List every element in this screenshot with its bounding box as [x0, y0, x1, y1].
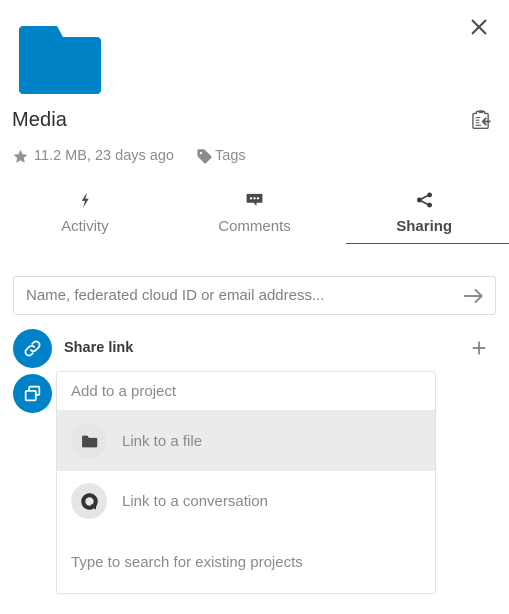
share-nodes-icon	[415, 189, 434, 211]
star-icon	[13, 149, 28, 163]
share-link-label: Share link	[64, 340, 134, 356]
add-share-link-button[interactable]	[462, 331, 496, 365]
share-search-field[interactable]	[13, 276, 496, 315]
tags-label: Tags	[215, 148, 246, 164]
favorite-button[interactable]	[12, 148, 29, 165]
file-meta-row: 11.2 MB, 23 days ago Tags	[12, 145, 246, 167]
file-size-and-date: 11.2 MB, 23 days ago	[34, 148, 174, 164]
share-search-input[interactable]	[14, 277, 453, 314]
link-avatar	[13, 328, 52, 368]
tag-icon	[196, 148, 213, 165]
tab-comments-label: Comments	[218, 218, 291, 235]
file-preview	[19, 26, 101, 94]
arrow-right-icon	[463, 288, 483, 303]
picker-option-label: Link to a file	[122, 432, 203, 450]
page-title: Media	[12, 109, 67, 131]
comment-bubble-icon	[245, 189, 264, 211]
lightning-bolt-icon	[76, 189, 94, 211]
tags-button[interactable]: Tags	[196, 148, 246, 165]
picker-option-link-to-file[interactable]: Link to a file	[57, 411, 435, 471]
tab-activity[interactable]: Activity	[0, 186, 170, 254]
project-picker-dropdown[interactable]: Link to a file Link to a conversation Ty…	[56, 371, 436, 594]
projects-icon	[24, 385, 41, 401]
close-icon	[471, 19, 487, 35]
picker-option-label: Link to a conversation	[122, 492, 268, 510]
share-submit-button[interactable]	[453, 277, 495, 314]
folder-icon	[19, 26, 101, 94]
picker-hint-text: Type to search for existing projects	[71, 553, 303, 571]
picker-option-link-to-conversation[interactable]: Link to a conversation	[57, 471, 435, 531]
tab-sharing-label: Sharing	[396, 218, 453, 235]
talk-bubble-icon	[71, 483, 107, 519]
folder-glyph-icon	[71, 423, 107, 459]
project-picker-input[interactable]	[57, 372, 435, 411]
close-button[interactable]	[462, 10, 496, 44]
clipboard-arrow-icon	[472, 110, 491, 129]
tab-activity-label: Activity	[61, 218, 109, 235]
share-row-link[interactable]: Share link	[13, 326, 496, 370]
projects-avatar	[13, 373, 52, 413]
sidebar-tabs: Activity Comments Sharing	[0, 186, 509, 254]
tab-sharing[interactable]: Sharing	[339, 186, 509, 254]
tab-comments[interactable]: Comments	[170, 186, 340, 254]
file-sidebar: Media 11.2 MB, 23 days ago Tags Activity…	[0, 0, 509, 614]
plus-icon	[472, 341, 486, 355]
details-button[interactable]	[466, 105, 496, 135]
link-icon	[24, 340, 41, 356]
